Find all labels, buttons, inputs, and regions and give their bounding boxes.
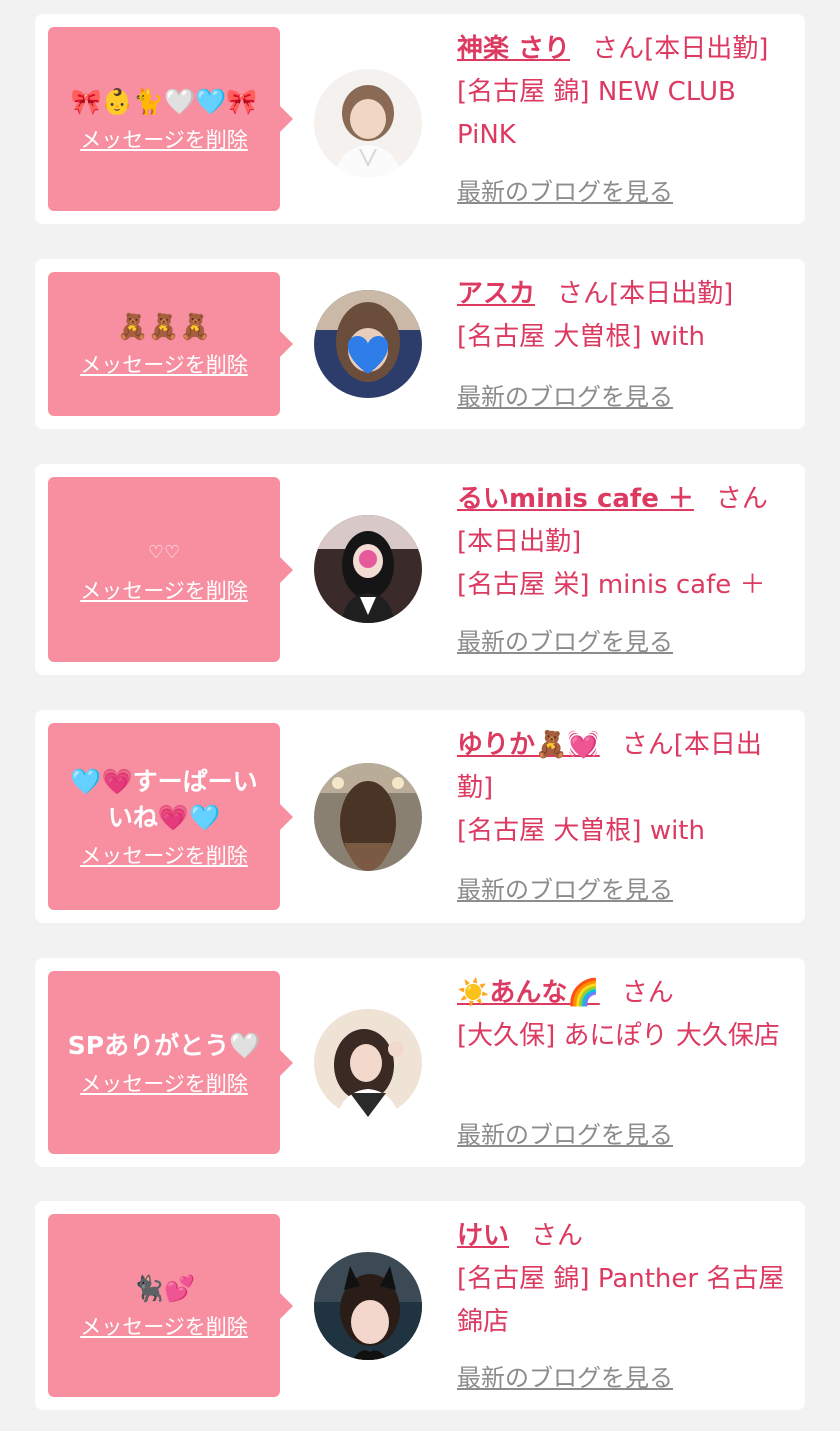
message-text: 🩵💗すーぱーいいね💗🩵	[70, 766, 258, 832]
delete-message-link[interactable]: メッセージを削除	[80, 1068, 248, 1098]
cast-name-link[interactable]: ☀️あんな🌈	[457, 978, 600, 1008]
avatar[interactable]	[314, 763, 422, 871]
message-text: ♡♡	[147, 541, 181, 563]
message-bubble: 🧸🧸🧸 メッセージを削除	[48, 272, 293, 416]
latest-blog-link[interactable]: 最新のブログを見る	[457, 177, 673, 207]
message-bubble: 🐈‍⬛💕 メッセージを削除	[48, 1214, 293, 1397]
honorific: さん	[531, 1221, 584, 1251]
cast-name-link[interactable]: ゆりか🧸💓	[457, 730, 600, 760]
list-item: 🎀👶🐈🤍🩵🎀 メッセージを削除 神楽 さり さん[本日出勤] [名古屋 錦] NE…	[35, 14, 805, 224]
cast-name-link[interactable]: るいminis cafe ＋	[457, 484, 694, 514]
cast-name-link[interactable]: けい	[457, 1221, 509, 1251]
delete-message-link[interactable]: メッセージを削除	[80, 1311, 248, 1341]
delete-message-link[interactable]: メッセージを削除	[80, 124, 248, 154]
list-item: 🧸🧸🧸 メッセージを削除 アスカ さん[本日出勤] [名古屋 大曽根] with …	[35, 259, 805, 429]
honorific: さん	[621, 730, 674, 760]
favorite-list: 🎀👶🐈🤍🩵🎀 メッセージを削除 神楽 さり さん[本日出勤] [名古屋 錦] NE…	[0, 0, 840, 1431]
honorific: さん	[715, 484, 768, 514]
list-item: ♡♡ メッセージを削除 るいminis cafe ＋ さん [本日出勤] [名古屋…	[35, 464, 805, 675]
list-item: 🐈‍⬛💕 メッセージを削除 けい さん [名古屋 錦] Panther 名古屋錦店…	[35, 1201, 805, 1410]
delete-message-link[interactable]: メッセージを削除	[80, 840, 248, 870]
message-bubble: 🩵💗すーぱーいいね💗🩵 メッセージを削除	[48, 723, 293, 910]
shop-label: [大久保] あにぽり 大久保店	[457, 1021, 780, 1051]
list-item: 🩵💗すーぱーいいね💗🩵 メッセージを削除 ゆりか🧸💓 さん[本日出勤] [名古屋 …	[35, 710, 805, 923]
latest-blog-link[interactable]: 最新のブログを見る	[457, 875, 673, 905]
entry-info: 神楽 さり さん[本日出勤] [名古屋 錦] NEW CLUB PiNK	[457, 28, 797, 157]
message-bubble: 🎀👶🐈🤍🩵🎀 メッセージを削除	[48, 27, 293, 211]
avatar[interactable]	[314, 1009, 422, 1117]
honorific: さん	[557, 279, 610, 309]
delete-message-link[interactable]: メッセージを削除	[80, 349, 248, 379]
avatar[interactable]	[314, 515, 422, 623]
delete-message-link[interactable]: メッセージを削除	[80, 575, 248, 605]
message-text: 🐈‍⬛💕	[132, 1273, 196, 1303]
avatar[interactable]	[314, 290, 422, 398]
message-bubble: SPありがとう🤍 メッセージを削除	[48, 971, 293, 1154]
status-label: [本日出勤]	[609, 279, 734, 309]
avatar[interactable]	[314, 69, 422, 177]
shop-label: [名古屋 大曽根] with	[457, 816, 705, 846]
message-text: SPありがとう🤍	[67, 1030, 261, 1060]
status-label: [本日出勤]	[644, 34, 769, 64]
entry-info: るいminis cafe ＋ さん [本日出勤] [名古屋 栄] minis ca…	[457, 478, 797, 607]
avatar[interactable]	[314, 1252, 422, 1360]
status-label: [本日出勤]	[457, 527, 582, 557]
honorific: さん	[621, 978, 674, 1008]
shop-label: [名古屋 錦] NEW CLUB PiNK	[457, 77, 736, 150]
message-text: 🧸🧸🧸	[117, 312, 211, 341]
list-item: SPありがとう🤍 メッセージを削除 ☀️あんな🌈 さん [大久保] あにぽり 大久…	[35, 958, 805, 1167]
cast-name-link[interactable]: アスカ	[457, 279, 535, 309]
entry-info: アスカ さん[本日出勤] [名古屋 大曽根] with	[457, 273, 797, 359]
latest-blog-link[interactable]: 最新のブログを見る	[457, 1363, 673, 1393]
latest-blog-link[interactable]: 最新のブログを見る	[457, 627, 673, 657]
entry-info: けい さん [名古屋 錦] Panther 名古屋錦店	[457, 1215, 797, 1344]
shop-label: [名古屋 大曽根] with	[457, 322, 705, 352]
entry-info: ☀️あんな🌈 さん [大久保] あにぽり 大久保店	[457, 972, 797, 1058]
honorific: さん	[592, 34, 645, 64]
message-text: 🎀👶🐈🤍🩵🎀	[70, 87, 258, 116]
latest-blog-link[interactable]: 最新のブログを見る	[457, 1120, 673, 1150]
entry-info: ゆりか🧸💓 さん[本日出勤] [名古屋 大曽根] with	[457, 724, 797, 853]
shop-label: [名古屋 栄] minis cafe ＋	[457, 570, 766, 600]
latest-blog-link[interactable]: 最新のブログを見る	[457, 382, 673, 412]
shop-label: [名古屋 錦] Panther 名古屋錦店	[457, 1264, 785, 1337]
message-bubble: ♡♡ メッセージを削除	[48, 477, 293, 662]
cast-name-link[interactable]: 神楽 さり	[457, 34, 570, 64]
